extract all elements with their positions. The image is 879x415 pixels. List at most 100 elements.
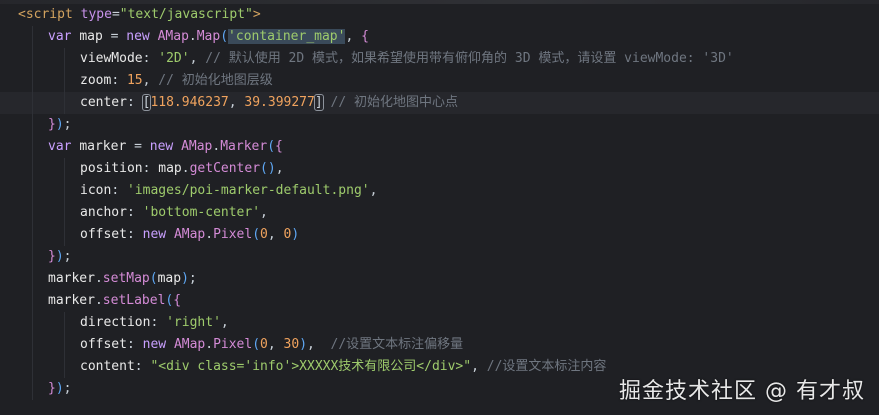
indent-guide (32, 268, 33, 290)
indent-guide (32, 224, 33, 246)
code-text: viewMode: '2D', // 默认使用 2D 模式，如果希望使用带有俯仰… (80, 48, 734, 70)
code-token: 118.946237 (150, 95, 229, 110)
code-token: } (48, 249, 56, 264)
code-line[interactable]: marker.setMap(map); (0, 268, 879, 290)
code-token: position (80, 161, 143, 176)
code-token: // 初始化地图层级 (158, 73, 273, 88)
code-token: ) (299, 337, 308, 352)
code-token: setMap (102, 271, 150, 286)
code-token: //设置文本标注偏移量 (330, 337, 464, 352)
indent-guide (32, 356, 33, 378)
matched-bracket: ] (313, 94, 324, 111)
code-line[interactable]: offset: new AMap.Pixel(0, 0) (0, 224, 879, 246)
code-token: : (126, 95, 143, 110)
code-token: new (149, 139, 174, 154)
code-token: var (48, 139, 72, 154)
indent-guide (64, 158, 65, 180)
code-text: offset: new AMap.Pixel(0, 0) (80, 224, 299, 246)
code-line[interactable]: position: map.getCenter(), (0, 158, 879, 180)
code-line[interactable]: viewMode: '2D', // 默认使用 2D 模式，如果希望使用带有俯仰… (0, 48, 879, 70)
code-token: new (142, 337, 167, 352)
code-token: : (111, 73, 127, 88)
code-token: , (220, 315, 229, 330)
indent-guide (32, 26, 33, 48)
code-token: , (228, 95, 245, 110)
indent-guide (32, 114, 33, 136)
code-token: AMap (173, 227, 206, 242)
code-text: center: [118.946237, 39.399277] // 初始化地图… (80, 92, 458, 114)
indent-guide (32, 202, 33, 224)
indent-guide (32, 70, 33, 92)
code-token: Pixel (213, 337, 253, 352)
indent-guide (64, 48, 65, 70)
code-token: , (260, 205, 268, 220)
code-token: Pixel (213, 227, 253, 242)
code-token: : (126, 205, 143, 220)
code-token: : (134, 359, 151, 374)
indent-guide (64, 356, 65, 378)
code-line[interactable]: zoom: 15, // 初始化地图层级 (0, 70, 879, 92)
code-token: 0 (260, 227, 268, 242)
indent-guide (64, 180, 65, 202)
code-text: position: map.getCenter(), (80, 158, 284, 180)
code-token: : (111, 183, 127, 198)
code-token: { (275, 139, 283, 154)
code-token: icon (80, 183, 112, 198)
code-token: : (150, 315, 167, 330)
code-token: AMap (157, 29, 189, 44)
code-line[interactable]: direction: 'right', (0, 312, 879, 334)
code-token: ( (220, 29, 229, 44)
code-token: viewMode (80, 51, 143, 66)
code-token: () (260, 161, 276, 176)
code-token: marker (79, 139, 127, 154)
code-token: ) (291, 227, 300, 242)
code-text: offset: new AMap.Pixel(0, 30), //设置文本标注偏… (80, 334, 463, 356)
indent-guide (32, 180, 33, 202)
code-token: // 默认使用 2D 模式，如果希望使用带有俯仰角的 3D 模式，请设置 vie… (205, 51, 734, 66)
code-token: "text/javascript" (119, 7, 253, 22)
code-token: ) (55, 381, 64, 396)
code-token: , (345, 29, 362, 44)
code-line[interactable]: center: [118.946237, 39.399277] // 初始化地图… (0, 92, 879, 114)
code-editor[interactable]: <script type="text/javascript"> var map =… (0, 0, 879, 415)
code-token: 30 (283, 337, 300, 352)
code-line[interactable]: offset: new AMap.Pixel(0, 30), //设置文本标注偏… (0, 334, 879, 356)
watermark: 掘金技术社区 @ 有才叔 (619, 379, 865, 404)
indent-guide (64, 202, 65, 224)
code-text: }); (48, 114, 71, 136)
code-token: , (189, 51, 206, 66)
code-line[interactable]: anchor: 'bottom-center', (0, 202, 879, 224)
code-token: content (80, 359, 135, 374)
code-token: . (181, 161, 190, 176)
code-line[interactable]: marker.setLabel({ (0, 290, 879, 312)
indent-guide (32, 136, 33, 158)
code-token: ( (252, 337, 261, 352)
code-token: ; (63, 381, 72, 396)
code-text: content: "<div class='info'>XXXXX技术有限公司<… (80, 356, 606, 378)
code-token: Marker (220, 139, 268, 154)
code-token: offset (80, 227, 127, 242)
code-token: 39.399277 (244, 95, 315, 110)
indent-guide (64, 334, 65, 356)
code-token: . (205, 337, 214, 352)
code-token: map (158, 161, 182, 176)
code-line[interactable]: var marker = new AMap.Marker({ (0, 136, 879, 158)
code-line[interactable]: }); (0, 246, 879, 268)
code-token: } (48, 381, 56, 396)
code-text: icon: 'images/poi-marker-default.png', (80, 180, 377, 202)
code-line[interactable]: <script type="text/javascript"> (0, 4, 879, 26)
code-line[interactable]: var map = new AMap.Map('container_map', … (0, 26, 879, 48)
code-token: 'images/poi-marker-default.png' (126, 183, 370, 198)
code-token: ( (252, 227, 261, 242)
code-token: "<div class='info'>XXXXX技术有限公司</div>" (150, 359, 472, 374)
code-line[interactable]: icon: 'images/poi-marker-default.png', (0, 180, 879, 202)
code-token: { (173, 293, 182, 308)
code-token: ; (188, 271, 197, 286)
code-line[interactable]: }); (0, 114, 879, 136)
code-text: marker.setMap(map); (48, 268, 197, 290)
indent-guide (32, 334, 33, 356)
